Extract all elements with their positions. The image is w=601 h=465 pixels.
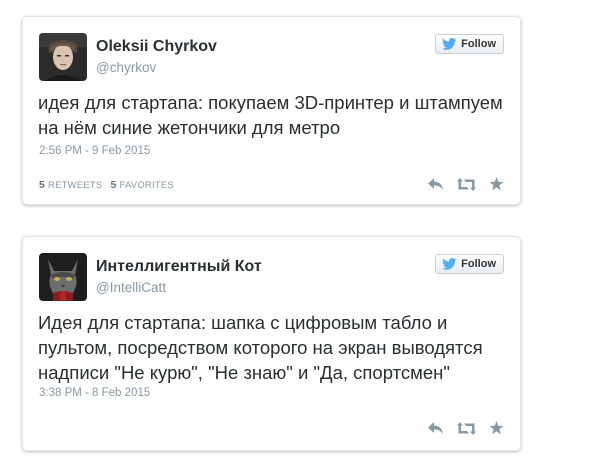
twitter-bird-icon bbox=[442, 258, 457, 270]
follow-button[interactable]: Follow bbox=[435, 34, 504, 54]
follow-label: Follow bbox=[461, 38, 496, 50]
favorites-count: 5 bbox=[110, 179, 117, 191]
favorite-star-icon[interactable] bbox=[489, 421, 504, 435]
tweet-timestamp[interactable]: 2:56 PM - 9 Feb 2015 bbox=[39, 145, 150, 157]
favorites-stat[interactable]: 5 FAVORITES bbox=[110, 179, 173, 191]
retweets-label: RETWEETS bbox=[48, 180, 103, 191]
tweet-card: Интеллигентный Кот @IntelliCatt Follow И… bbox=[22, 236, 521, 451]
retweet-icon[interactable] bbox=[457, 177, 476, 191]
author-name[interactable]: Oleksii Chyrkov bbox=[96, 38, 217, 56]
author-handle[interactable]: @chyrkov bbox=[96, 60, 156, 75]
favorites-label: FAVORITES bbox=[119, 180, 174, 191]
favorite-star-icon[interactable] bbox=[489, 177, 504, 191]
retweet-icon[interactable] bbox=[457, 421, 476, 435]
author-avatar[interactable] bbox=[39, 253, 87, 301]
tweet-text: идея для стартапа: покупаем 3D-принтер и… bbox=[38, 92, 503, 138]
retweets-count: 5 bbox=[39, 179, 46, 191]
tweet-stats: 5 RETWEETS 5 FAVORITES bbox=[39, 179, 174, 191]
reply-icon[interactable] bbox=[428, 177, 444, 191]
follow-button[interactable]: Follow bbox=[435, 254, 504, 274]
tweet-card: Oleksii Chyrkov @chyrkov Follow идея для… bbox=[22, 16, 521, 205]
author-name[interactable]: Интеллигентный Кот bbox=[96, 258, 262, 276]
reply-icon[interactable] bbox=[428, 421, 444, 435]
tweet-timestamp[interactable]: 3:38 PM - 8 Feb 2015 bbox=[39, 387, 150, 399]
tweet-actions bbox=[428, 421, 504, 435]
twitter-bird-icon bbox=[442, 38, 457, 50]
author-handle[interactable]: @IntelliCatt bbox=[96, 280, 166, 295]
tweet-actions bbox=[428, 177, 504, 191]
follow-label: Follow bbox=[461, 258, 496, 270]
retweets-stat[interactable]: 5 RETWEETS bbox=[39, 179, 102, 191]
author-avatar[interactable] bbox=[39, 33, 87, 81]
tweet-text: Идея для стартапа: шапка с цифровым табл… bbox=[38, 312, 483, 383]
